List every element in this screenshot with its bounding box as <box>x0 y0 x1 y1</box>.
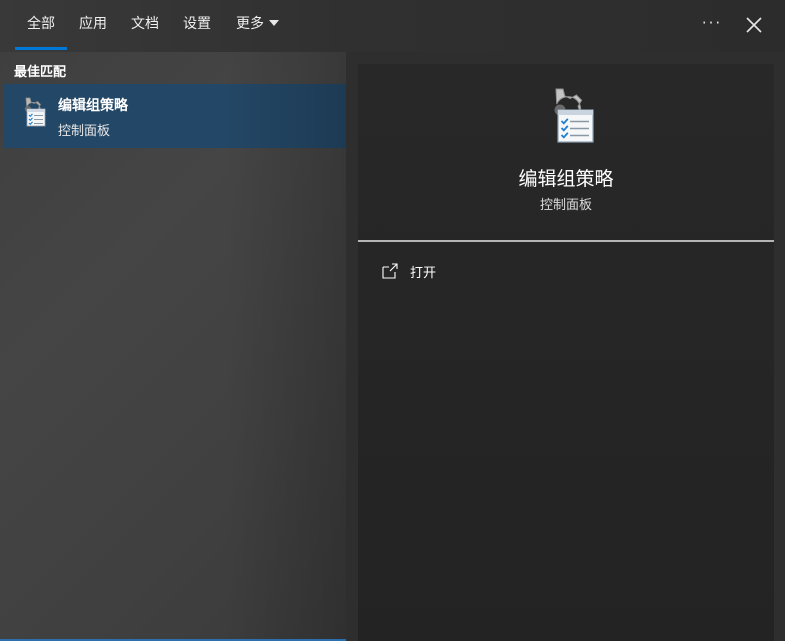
tab-more[interactable]: 更多 <box>236 0 279 50</box>
close-button[interactable] <box>736 8 772 42</box>
result-item-group-policy[interactable]: 编辑组策略 控制面板 <box>3 84 346 148</box>
detail-pane-container: 编辑组策略 控制面板 打开 <box>346 52 785 641</box>
chevron-down-icon <box>269 20 279 26</box>
detail-title: 编辑组策略 <box>518 168 614 190</box>
detail-divider <box>358 240 774 242</box>
result-subtitle: 控制面板 <box>58 124 111 139</box>
detail-pane: 编辑组策略 控制面板 打开 <box>358 64 774 641</box>
tab-apps[interactable]: 应用 <box>79 0 107 50</box>
tab-all-label: 全部 <box>27 16 55 32</box>
group-policy-icon <box>554 88 594 143</box>
search-tab-bar: 全部 应用 文档 设置 更多 ··· <box>0 0 785 52</box>
detail-subtitle: 控制面板 <box>539 198 592 213</box>
tab-documents[interactable]: 文档 <box>131 0 159 50</box>
tab-documents-label: 文档 <box>131 16 159 32</box>
tab-apps-label: 应用 <box>79 16 107 32</box>
result-title: 编辑组策略 <box>58 98 128 114</box>
results-pane: 最佳匹配 编辑组策略 控制面板 <box>0 52 346 641</box>
open-action[interactable]: 打开 <box>376 256 756 286</box>
close-icon <box>746 17 762 33</box>
tab-settings[interactable]: 设置 <box>183 0 211 50</box>
open-action-label: 打开 <box>410 265 437 281</box>
group-policy-icon <box>24 97 46 127</box>
tab-more-label: 更多 <box>236 16 264 32</box>
more-options-button[interactable]: ··· <box>694 8 730 42</box>
tab-all[interactable]: 全部 <box>15 0 67 50</box>
tab-settings-label: 设置 <box>183 16 211 32</box>
open-icon <box>382 263 398 279</box>
ellipsis-icon: ··· <box>701 13 723 32</box>
best-match-heading: 最佳匹配 <box>14 65 67 80</box>
